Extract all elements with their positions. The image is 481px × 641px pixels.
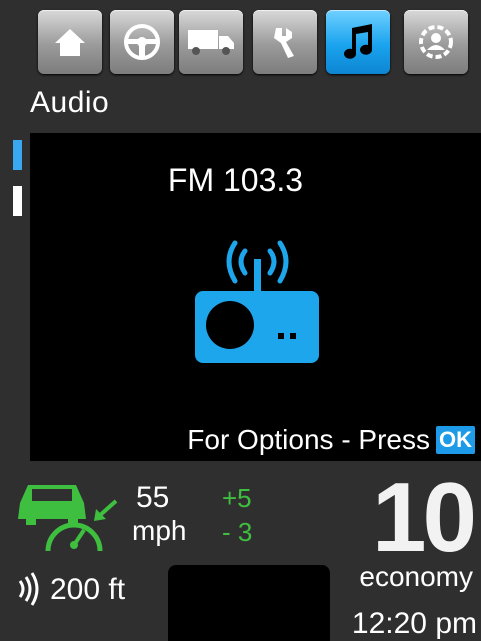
speed-unit: mph: [132, 515, 187, 546]
status-display-area: [168, 565, 330, 641]
following-distance-icon: [18, 572, 39, 606]
music-note-icon: [344, 24, 372, 59]
screen-title: Audio: [30, 86, 110, 119]
station-label: FM 103.3: [167, 162, 304, 198]
tab-bar: [0, 0, 481, 84]
settings-user-icon: [419, 25, 453, 59]
tab-home[interactable]: [38, 10, 102, 74]
set-speed-value: 55: [136, 481, 170, 514]
tab-driving[interactable]: [110, 10, 174, 74]
home-icon: [55, 29, 85, 56]
following-distance: 200 ft: [50, 573, 126, 606]
wrench-icon: [274, 28, 294, 58]
clock-time: 12:20 pm: [351, 607, 477, 640]
options-hint-text: For Options - Press: [187, 424, 430, 455]
page-indicator-inactive: [13, 186, 22, 216]
options-hint: For Options - Press OK: [187, 424, 475, 456]
speed-delta-down: - 3: [222, 517, 253, 547]
page-indicator-active: [13, 140, 22, 170]
ok-button[interactable]: OK: [436, 426, 475, 454]
status-strip: 55 mph +5 - 3 10 economy 12:20 pm 200 ft: [0, 461, 481, 641]
audio-panel: FM 103.3 For Options - Press OK: [30, 133, 481, 461]
economy-value: 10: [371, 462, 477, 572]
truck-icon: [188, 30, 234, 55]
economy-label: economy: [359, 561, 473, 592]
tab-audio[interactable]: [326, 10, 390, 74]
tab-service[interactable]: [253, 10, 317, 74]
tab-settings[interactable]: [404, 10, 468, 74]
tab-vehicle[interactable]: [179, 10, 243, 74]
radio-broadcast-icon: [195, 240, 319, 363]
adaptive-cruise-icon: [18, 485, 118, 552]
speed-delta-up: +5: [222, 483, 252, 513]
steering-wheel-icon: [124, 24, 160, 60]
